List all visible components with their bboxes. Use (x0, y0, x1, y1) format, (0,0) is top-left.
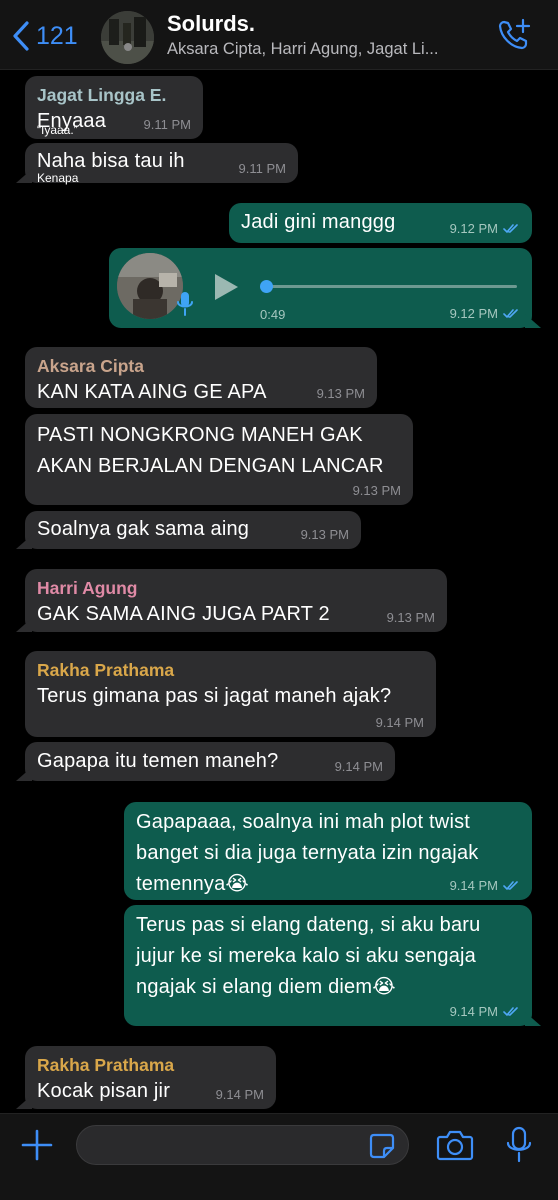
voice-scrubber-handle[interactable] (260, 280, 273, 293)
message-time: 9.13 PM (386, 610, 435, 625)
message-time: 9.14 PM (449, 1004, 498, 1019)
voice-duration: 0:49 (260, 307, 286, 322)
message-text: Terus gimana pas si jagat maneh ajak? (37, 685, 392, 707)
camera-icon[interactable] (436, 1129, 474, 1161)
caption-overlay: Kenapa (37, 171, 79, 185)
message-bubble[interactable]: Gapapa itu temen maneh? 9.14 PM (16, 742, 395, 781)
microphone-icon[interactable] (505, 1126, 533, 1164)
message-time: 9.11 PM (238, 161, 286, 176)
message-text-line: jujur ke si mereka kalo si aku sengaja (136, 945, 476, 967)
chevron-left-icon (13, 21, 29, 51)
message-time: 9.14 PM (334, 759, 383, 774)
message-bubble[interactable]: Jagat Lingga E. Enyaaa 9.11 PM “Iyaaa.” (25, 76, 203, 139)
message-bubble[interactable]: Soalnya gak sama aing 9.13 PM (16, 511, 361, 549)
sender-name[interactable]: Rakha Prathama (37, 659, 424, 681)
message-bubble[interactable]: Terus pas si elang dateng, si aku baru j… (124, 905, 541, 1026)
message-bubble[interactable]: Jadi gini manggg 9.12 PM (229, 203, 532, 243)
mic-badge-icon (177, 292, 193, 316)
message-time: 9.12 PM (449, 221, 498, 236)
group-avatar[interactable] (101, 11, 154, 64)
message-time: 9.14 PM (449, 878, 498, 893)
message-time: 9.13 PM (300, 527, 349, 542)
message-time: 9.13 PM (316, 386, 365, 401)
read-ticks-icon (503, 1007, 518, 1017)
sticker-icon[interactable] (368, 1132, 396, 1160)
caption-overlay: “Iyaaa.” (37, 123, 78, 137)
add-call-icon[interactable] (496, 17, 532, 53)
message-time: 9.12 PM (449, 306, 498, 321)
play-icon[interactable] (212, 272, 240, 302)
read-ticks-icon (503, 881, 518, 891)
plus-icon[interactable] (20, 1128, 54, 1162)
message-bubble[interactable]: Naha bisa tau ih 9.11 PM Kenapa (16, 143, 298, 185)
message-text-line: Gapapaaa, soalnya ini mah plot twist (136, 811, 471, 833)
chat-title[interactable]: Solurds. (167, 11, 255, 37)
sender-name[interactable]: Aksara Cipta (37, 355, 365, 377)
message-text-line: ngajak si elang diem diem😭 (136, 976, 396, 998)
sender-name[interactable]: Jagat Lingga E. (37, 84, 191, 106)
message-text: Gapapa itu temen maneh? (37, 750, 279, 772)
message-bubble[interactable]: PASTI NONGKRONG MANEH GAK AKAN BERJALAN … (25, 414, 413, 505)
message-input[interactable] (76, 1125, 409, 1165)
sender-name[interactable]: Rakha Prathama (37, 1054, 264, 1076)
message-time: 9.14 PM (375, 715, 424, 730)
chat-header: 121 Solurds. Aksara Cipta, Harri Agung, … (0, 0, 558, 70)
message-time: 9.14 PM (215, 1087, 264, 1102)
message-bubble[interactable]: Harri Agung GAK SAMA AING JUGA PART 2 9.… (16, 569, 447, 632)
message-text-line: AKAN BERJALAN DENGAN LANCAR (37, 455, 384, 477)
read-ticks-icon (503, 224, 518, 234)
message-text-line: PASTI NONGKRONG MANEH GAK (37, 424, 363, 446)
read-ticks-icon (503, 309, 518, 319)
message-time: 9.11 PM (143, 117, 191, 132)
group-members[interactable]: Aksara Cipta, Harri Agung, Jagat Li... (167, 40, 477, 59)
sender-name[interactable]: Harri Agung (37, 577, 435, 599)
unread-count: 121 (36, 21, 78, 50)
voice-progress-track[interactable] (265, 285, 517, 288)
message-bubble[interactable]: Aksara Cipta KAN KATA AING GE APA 9.13 P… (25, 347, 377, 408)
message-text: GAK SAMA AING JUGA PART 2 (37, 603, 330, 625)
composer-bar (0, 1113, 558, 1200)
message-bubble[interactable]: Rakha Prathama Terus gimana pas si jagat… (25, 651, 436, 737)
message-text-line: banget si dia juga ternyata izin ngajak (136, 842, 479, 864)
message-time: 9.13 PM (352, 483, 401, 498)
message-bubble[interactable]: Rakha Prathama Kocak pisan jir 9.14 PM (16, 1046, 276, 1109)
voice-sender-avatar (117, 253, 183, 319)
back-button[interactable]: 121 (10, 18, 78, 54)
message-bubble[interactable]: Gapapaaa, soalnya ini mah plot twist ban… (124, 802, 532, 900)
message-text-line: Terus pas si elang dateng, si aku baru (136, 914, 481, 936)
